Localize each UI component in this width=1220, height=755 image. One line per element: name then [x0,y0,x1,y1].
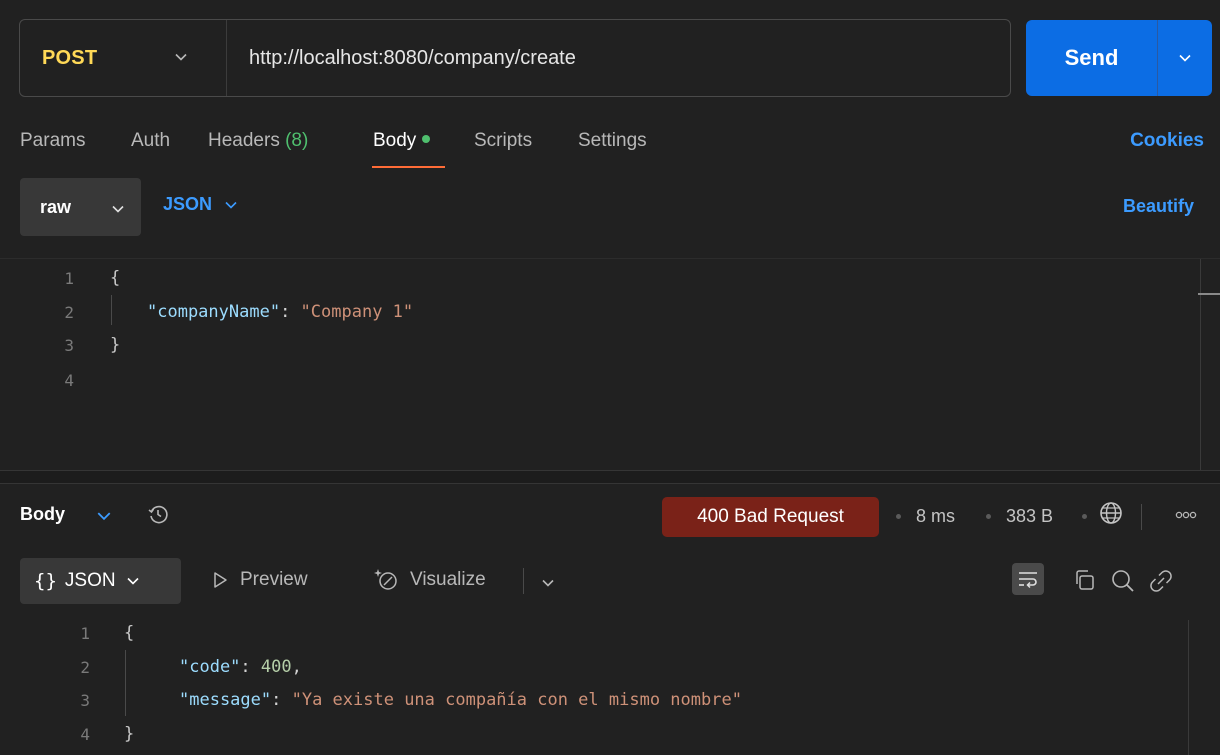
body-format-label: JSON [163,194,213,214]
chevron-down-icon[interactable] [96,508,112,524]
json-colon: : [271,690,292,710]
divider [1141,504,1142,530]
chevron-down-icon [112,205,124,213]
line-number: 2 [80,658,90,677]
method-label: POST [42,46,98,69]
send-button-group: Send [1026,20,1212,96]
tab-body[interactable]: Body [373,130,431,152]
response-header: Body 400 Bad Request 8 ms 383 B [0,490,1220,546]
pane-resize-handle[interactable] [0,470,1220,484]
json-key: "message" [179,690,272,710]
code-open-brace: { [124,623,135,643]
chevron-down-icon [127,577,139,585]
request-tabs: Params Auth Headers (8) Body Scripts Set… [0,120,1220,170]
body-mode-selector[interactable]: raw [20,178,141,236]
code-line-company-name: "companyName": "Company 1" [147,302,413,322]
body-toolbar: raw JSON Beautify [0,170,1220,250]
visualize-label: Visualize [410,569,486,590]
response-body-viewer[interactable]: 1 2 3 4 { "code": 400, "message": "Ya ex… [0,612,1220,755]
preview-tab[interactable]: Preview [212,569,308,591]
line-number: 3 [64,336,74,355]
search-icon[interactable] [1110,568,1136,594]
editor-scrollbar[interactable] [1200,259,1201,471]
code-open-brace: { [110,268,121,288]
visualize-tab[interactable]: Visualize [374,567,486,593]
code-line-code: "code": 400, [179,657,302,677]
response-size[interactable]: 383 B [1006,506,1053,527]
tab-scripts[interactable]: Scripts [474,130,532,152]
status-badge[interactable]: 400 Bad Request [662,497,879,537]
line-number: 1 [64,269,74,288]
history-icon[interactable] [146,502,170,526]
copy-icon[interactable] [1072,568,1096,592]
chevron-down-icon [175,53,187,61]
line-number: 4 [64,371,74,390]
json-colon: : [240,657,261,677]
globe-icon[interactable] [1098,500,1124,526]
tab-headers[interactable]: Headers (8) [208,130,308,152]
indent-guide [125,650,126,716]
response-time[interactable]: 8 ms [916,506,955,527]
code-close-brace: } [124,724,135,744]
link-icon[interactable] [1148,568,1174,594]
body-mode-label: raw [40,196,72,217]
preview-label: Preview [240,569,308,590]
body-indicator-dot [422,134,431,143]
chevron-down-icon[interactable] [541,576,555,590]
curly-braces-icon: {} [34,570,57,592]
send-options-button[interactable] [1158,20,1212,96]
method-selector[interactable]: POST [20,20,227,96]
cookies-link[interactable]: Cookies [1130,130,1204,152]
chevron-down-icon [1179,54,1191,62]
tab-auth[interactable]: Auth [131,130,170,152]
line-number: 2 [64,303,74,322]
code-line-message: "message": "Ya existe una compañía con e… [179,690,742,710]
request-url-bar: POST http://localhost:8080/company/creat… [19,19,1011,97]
response-body-label[interactable]: Body [20,504,65,525]
json-string-value: "Company 1" [300,302,414,322]
send-button[interactable]: Send [1026,20,1158,96]
line-number: 4 [80,725,90,744]
json-number-value: 400 [260,657,292,677]
json-key: "code" [179,657,241,677]
response-format-selector[interactable]: {} JSON [20,558,181,604]
json-key: "companyName" [147,302,281,322]
request-body-editor[interactable]: 1 2 3 4 { "companyName": "Company 1" } [0,258,1220,471]
url-input[interactable]: http://localhost:8080/company/create [227,47,576,70]
chevron-down-icon [225,201,237,209]
json-comma: , [291,657,302,677]
line-number: 3 [80,691,90,710]
viewer-scrollbar[interactable] [1188,620,1189,755]
json-string-value: "Ya existe una compañía con el mismo nom… [291,690,742,710]
separator-dot [1082,514,1087,519]
line-number: 1 [80,624,90,643]
headers-count: (8) [285,130,309,151]
beautify-button[interactable]: Beautify [1123,196,1194,217]
scrollbar-thumb[interactable] [1198,293,1220,295]
tab-headers-label: Headers [208,130,280,151]
word-wrap-button[interactable] [1012,563,1044,595]
tab-params[interactable]: Params [20,130,85,152]
play-icon [214,572,227,588]
divider [523,568,524,594]
response-toolbar: {} JSON Preview Visualize [0,556,1220,606]
response-format-label: JSON [64,570,116,591]
json-colon: : [280,302,301,322]
code-close-brace: } [110,335,121,355]
tab-settings[interactable]: Settings [578,130,647,152]
tab-body-label: Body [373,130,417,151]
wrap-lines-icon [1019,572,1037,589]
separator-dot [986,514,991,519]
active-tab-underline [372,166,445,168]
indent-guide [111,295,112,325]
body-format-selector[interactable]: JSON [163,194,238,215]
separator-dot [896,514,901,519]
more-options-icon[interactable] [1175,510,1197,520]
visualize-icon [374,569,397,590]
